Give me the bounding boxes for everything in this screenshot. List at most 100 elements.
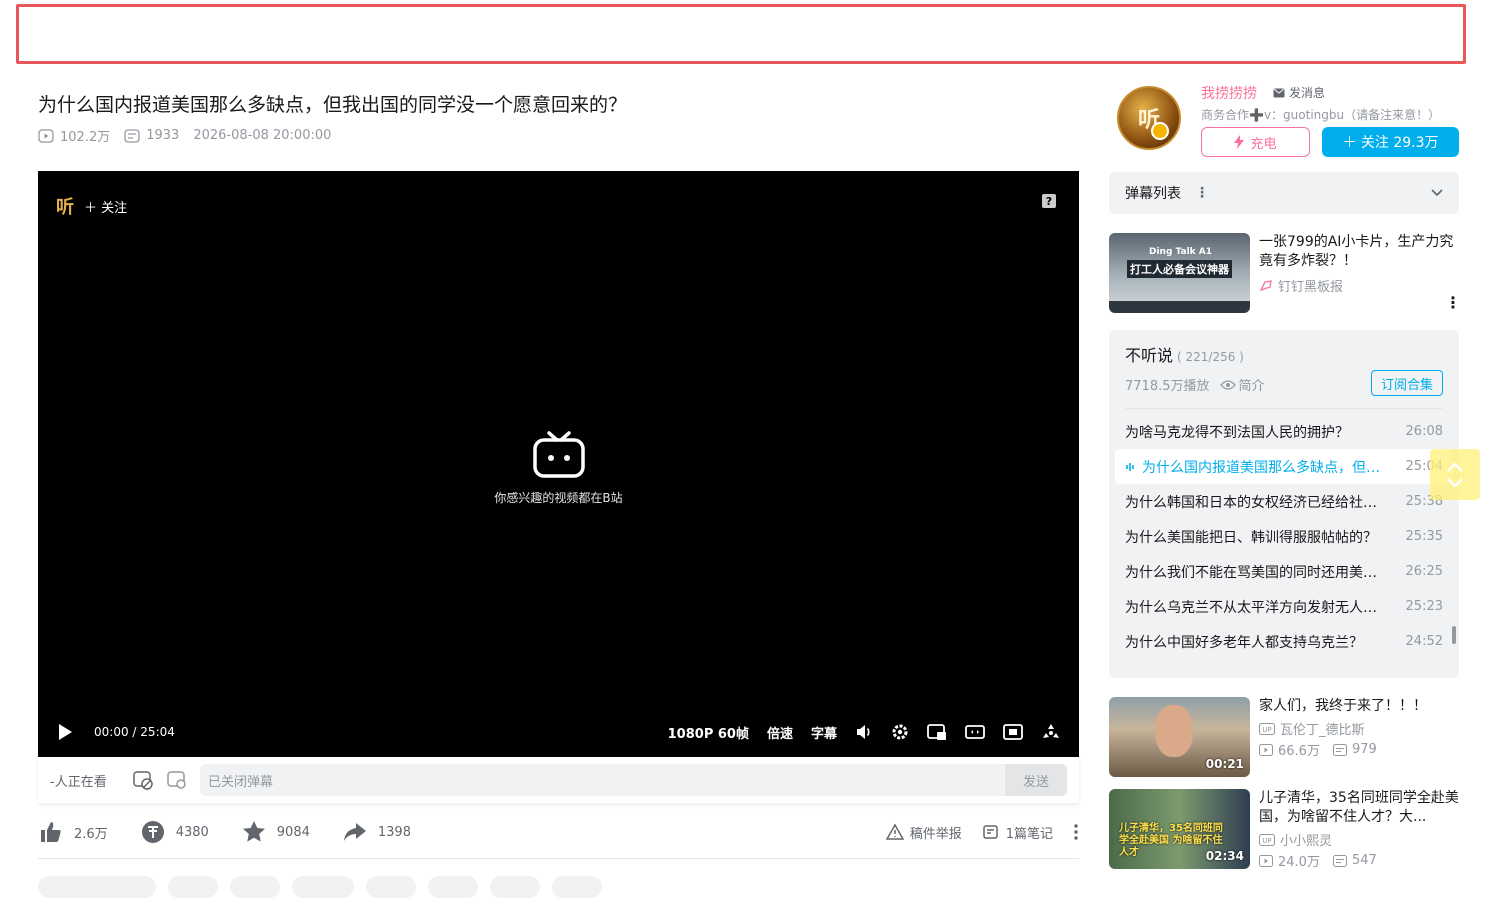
recommend-thumbnail[interactable]: Ding Talk A1 打工人必备会议神器 xyxy=(1109,233,1250,313)
settings-gear-icon[interactable] xyxy=(891,723,909,741)
more-vertical-icon[interactable]: ⋮ xyxy=(1445,293,1461,312)
playlist-item-title: 为什么我们不能在骂美国的同时还用美国货？ xyxy=(1125,564,1383,581)
playlist-item-duration: 25:23 xyxy=(1405,599,1443,614)
tag-item[interactable] xyxy=(38,876,156,898)
favorite-button[interactable]: 9084 xyxy=(241,819,310,845)
player-follow-button[interactable]: ＋ 关注 xyxy=(84,197,127,216)
recommend-author[interactable]: UP 瓦伦丁_德比斯 xyxy=(1259,719,1365,738)
tag-item[interactable] xyxy=(168,876,218,898)
fullscreen-icon[interactable] xyxy=(1041,723,1061,741)
subscribe-collection-button[interactable]: 订阅合集 xyxy=(1371,370,1443,396)
like-button[interactable]: 2.6万 xyxy=(38,819,108,845)
coin-count: 4380 xyxy=(175,824,209,840)
more-options-icon[interactable]: ⋮ xyxy=(1195,185,1209,201)
quality-button[interactable]: 1080P 60帧 xyxy=(668,723,749,742)
tag-item[interactable] xyxy=(490,876,540,898)
tag-item[interactable] xyxy=(230,876,280,898)
recommend-card[interactable]: Ding Talk A1 打工人必备会议神器 一张799的AI小卡片，生产力究竟… xyxy=(1109,233,1461,313)
lightning-icon xyxy=(1234,135,1245,149)
danmaku-count-icon xyxy=(1332,743,1347,756)
share-count: 1398 xyxy=(377,824,411,840)
scroll-up-down-button[interactable] xyxy=(1430,449,1480,500)
recommend-card[interactable]: 儿子清华，35名同班同学全赴美国 为啥留不住人才 02:34 儿子清华，35名同… xyxy=(1109,789,1459,870)
views-count: 102.2万 xyxy=(60,130,111,145)
recommend-title[interactable]: 家人们，我终于来了！！！ xyxy=(1259,697,1459,716)
play-icon[interactable] xyxy=(56,722,74,742)
time-separator: / xyxy=(132,725,137,739)
uploader-name[interactable]: 我捞捞捞 xyxy=(1201,83,1257,103)
pip-icon[interactable] xyxy=(927,723,947,741)
playlist-item[interactable]: 为什么我们不能在骂美国的同时还用美国货？ 26:25 xyxy=(1115,554,1453,589)
danmaku-count-icon xyxy=(1332,854,1347,867)
playlist-intro-label: 简介 xyxy=(1238,379,1265,394)
playlist-item[interactable]: 为什么乌克兰不从太平洋方向发射无人机？ 25:23 xyxy=(1115,589,1453,624)
recommend-views: 66.6万 xyxy=(1278,744,1320,759)
tag-item[interactable] xyxy=(366,876,416,898)
speed-button[interactable]: 倍速 xyxy=(767,723,793,742)
player-placeholder: 你感兴趣的视频都在B站 xyxy=(38,429,1079,506)
recommend-card[interactable]: 00:21 家人们，我终于来了！！！ UP 瓦伦丁_德比斯 66.6万 979 xyxy=(1109,697,1459,777)
playlist-item[interactable]: 为什么中国好多老年人都支持乌克兰？ 24:52 xyxy=(1115,624,1453,659)
danmaku-list-label: 弹幕列表 xyxy=(1125,186,1181,202)
charge-button[interactable]: 充电 xyxy=(1201,127,1310,157)
recommend-title[interactable]: 一张799的AI小卡片，生产力究竟有多炸裂？！ xyxy=(1259,233,1459,271)
tag-item[interactable] xyxy=(292,876,354,898)
up-badge-icon: UP xyxy=(1259,833,1275,846)
more-vertical-icon[interactable] xyxy=(1073,823,1079,841)
playlist-title[interactable]: 不听说 xyxy=(1125,346,1173,365)
playlist-item[interactable]: 为啥马克龙得不到法国人民的拥护？ 26:08 xyxy=(1115,414,1453,449)
chevron-up-icon xyxy=(1447,462,1463,472)
send-danmaku-button[interactable]: 发送 xyxy=(1005,764,1067,796)
recommend-views: 24.0万 xyxy=(1278,855,1320,870)
report-button[interactable]: 稿件举报 xyxy=(885,823,962,842)
follow-button[interactable]: ＋ 关注 29.3万 xyxy=(1322,127,1459,157)
thumbnail-caption: 打工人必备会议神器 xyxy=(1127,260,1232,278)
recommend-title[interactable]: 儿子清华，35名同班同学全赴美国，为啥留不住人才？大... xyxy=(1259,789,1459,827)
playlist-scrollbar[interactable] xyxy=(1452,626,1456,644)
video-toolbar: 2.6万 4380 9084 1398 稿件举报 1篇笔记 xyxy=(38,814,1079,850)
subtitle-button[interactable]: 字幕 xyxy=(811,723,837,742)
volume-icon[interactable] xyxy=(855,723,873,741)
recommend-author[interactable]: 钉钉黑板报 xyxy=(1259,276,1343,295)
video-title: 为什么国内报道美国那么多缺点，但我出国的同学没一个愿意回来的？ xyxy=(38,94,628,116)
top-highlight-frame xyxy=(16,4,1466,64)
playlist-subinfo: 7718.5万播放 简介 xyxy=(1125,375,1265,394)
play-count-icon xyxy=(38,128,54,143)
recommend-thumbnail[interactable]: 00:21 xyxy=(1109,697,1250,777)
video-duration: 02:34 xyxy=(1205,849,1244,863)
danmaku-toggle-icon[interactable] xyxy=(132,769,154,791)
danmaku-settings-icon[interactable] xyxy=(166,769,188,791)
send-message-button[interactable]: 发消息 xyxy=(1273,84,1325,101)
playlist-item[interactable]: 为什么美国能把日、韩训得服服帖帖的？ 25:35 xyxy=(1115,519,1453,554)
playlist-item[interactable] xyxy=(1115,659,1453,678)
time-current: 00:00 xyxy=(94,725,129,739)
views-stat: 102.2万 xyxy=(38,126,110,145)
playlist-item-duration: 24:52 xyxy=(1405,634,1443,649)
coin-button[interactable]: 4380 xyxy=(140,819,209,845)
note-icon xyxy=(982,825,998,839)
notes-button[interactable]: 1篇笔记 xyxy=(982,823,1053,842)
danmaku-list-toggle[interactable]: 弹幕列表 ⋮ xyxy=(1109,172,1459,214)
share-button[interactable]: 1398 xyxy=(342,819,411,845)
widescreen-icon[interactable] xyxy=(965,723,985,741)
chevron-down-icon[interactable] xyxy=(1431,189,1443,197)
video-player[interactable]: 听 ＋ 关注 ? 你感兴趣的视频都在B站 00:00 / 25:04 1080P… xyxy=(38,171,1079,757)
tag-item[interactable] xyxy=(428,876,478,898)
playlist-intro-button[interactable]: 简介 xyxy=(1219,375,1265,394)
playlist-divider xyxy=(1125,408,1443,409)
playlist-item-active[interactable]: 为什么国内报道美国那么多缺点，但我出国的同学没一个愿意回来的？25:04 xyxy=(1115,449,1453,484)
web-fullscreen-icon[interactable] xyxy=(1003,723,1023,741)
tag-item[interactable] xyxy=(552,876,602,898)
recommend-thumbnail[interactable]: 儿子清华，35名同班同学全赴美国 为啥留不住人才 02:34 xyxy=(1109,789,1250,869)
danmaku-input[interactable]: 已关闭弹幕 发送 xyxy=(200,764,1067,796)
like-count: 2.6万 xyxy=(74,826,108,842)
playlist-panel: 不听说 ( 221/256 ) 7718.5万播放 简介 订阅合集 为啥马克龙得不… xyxy=(1109,330,1459,678)
playlist-item[interactable]: 为什么韩国和日本的女权经济已经给社会带来困扰了？25:38 xyxy=(1115,484,1453,519)
now-playing-icon xyxy=(1126,462,1134,471)
danmaku-bar: -人正在看 已关闭弹幕 发送 xyxy=(38,757,1079,803)
help-icon[interactable]: ? xyxy=(1041,193,1057,213)
uploader-description: 商务合作➕v：guotingbu（请备注来意！） xyxy=(1201,108,1441,122)
recommend-author[interactable]: UP 小小熙灵 xyxy=(1259,830,1332,849)
uploader-avatar[interactable]: 听 xyxy=(1117,86,1181,150)
svg-text:?: ? xyxy=(1046,195,1052,208)
